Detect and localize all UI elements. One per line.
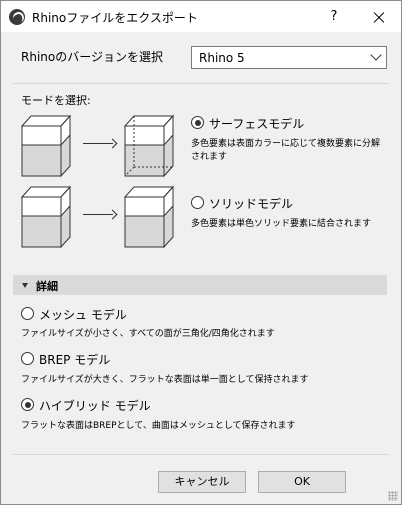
details-expander[interactable]: 詳細 [13,275,387,295]
separator [13,83,389,84]
brep-model-desc: ファイルサイズが大きく、フラットな表面は単一面として保持されます [21,375,309,385]
solid-model-desc: 多色要素は単色ソリッド要素に結合されます [191,219,372,229]
surface-model-radio[interactable] [191,116,204,129]
help-button[interactable]: ? [319,5,349,29]
title-bar: Rhinoファイルをエクスポート ? [1,1,401,32]
hybrid-model-title: ハイブリッド モデル [39,399,151,413]
ok-button[interactable]: OK [258,471,346,493]
solid-model-radio[interactable] [191,196,204,209]
surface-model-desc: 多色要素は表面カラーに応じて複数要素に分解 [191,139,381,149]
solid-before-cube-icon [21,186,71,248]
mesh-model-radio[interactable] [21,307,34,320]
version-selected-value: Rhino 5 [199,51,245,65]
surface-model-desc-2: されます [191,152,228,162]
chevron-down-icon [370,49,382,61]
details-label: 詳細 [36,280,58,293]
resize-grip-icon[interactable] [388,491,398,501]
hybrid-model-radio[interactable] [21,398,34,411]
solid-model-title: ソリッドモデル [209,197,294,211]
surface-after-cube-icon [124,115,174,177]
arrow-right-icon [83,138,118,149]
cancel-button[interactable]: キャンセル [158,471,246,493]
close-icon[interactable] [357,3,399,31]
hybrid-model-desc: フラットな表面はBREPとして、曲面はメッシュとして保存されます [21,421,296,431]
triangle-down-icon [22,283,28,288]
window-title: Rhinoファイルをエクスポート [32,11,198,25]
mode-label: モードを選択: [21,94,91,107]
mesh-model-title: メッシュ モデル [39,308,127,322]
brep-model-radio[interactable] [21,352,34,365]
rhino-app-icon [9,9,25,25]
arrow-right-icon [83,209,118,220]
surface-model-title: サーフェスモデル [209,117,305,131]
version-label: Rhinoのバージョンを選択 [21,50,163,64]
brep-model-title: BREP モデル [39,353,111,367]
solid-after-cube-icon [124,186,174,248]
surface-before-cube-icon [21,115,71,177]
separator [13,454,389,455]
version-dropdown[interactable]: Rhino 5 [191,46,387,69]
mesh-model-desc: ファイルサイズが小さく、すべての面が三角化/四角化されます [21,329,275,339]
export-dialog: Rhinoファイルをエクスポート ? Rhinoのバージョンを選択 Rhino … [0,0,402,505]
